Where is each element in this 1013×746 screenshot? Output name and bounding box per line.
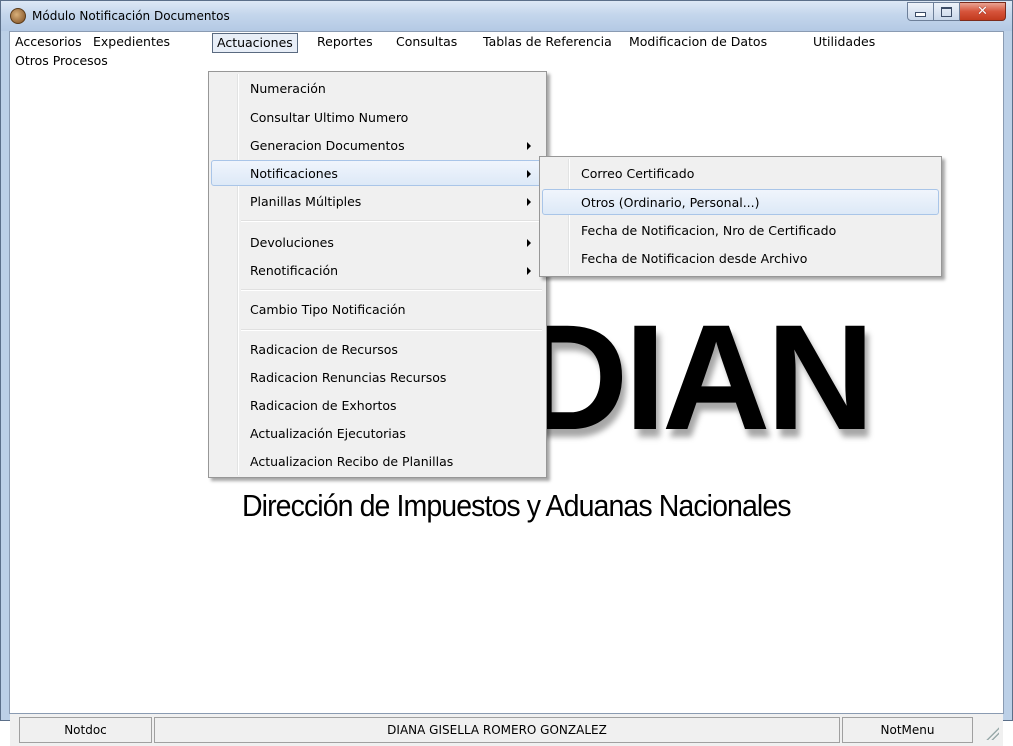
- menu-separator: [241, 220, 542, 222]
- menu-item-label: Actualización Ejecutorias: [250, 426, 406, 441]
- menu-item-actualizacion-ejecutorias[interactable]: Actualización Ejecutorias: [211, 420, 544, 446]
- menu-item-label: Fecha de Notificacion desde Archivo: [581, 251, 808, 266]
- menu-separator: [241, 329, 542, 331]
- actuaciones-menu: Numeración Consultar Ultimo Numero Gener…: [208, 71, 547, 478]
- menu-item-devoluciones[interactable]: Devoluciones: [211, 229, 544, 255]
- menu-item-cambio-tipo-notificacion[interactable]: Cambio Tipo Notificación: [211, 296, 544, 322]
- menu-item-label: Generacion Documentos: [250, 138, 405, 153]
- submenu-item-fecha-desde-archivo[interactable]: Fecha de Notificacion desde Archivo: [542, 245, 939, 271]
- dian-logo: DIAN: [520, 293, 875, 461]
- submenu-arrow-icon: [527, 239, 531, 247]
- menu-item-radicacion-renuncias-recursos[interactable]: Radicacion Renuncias Recursos: [211, 364, 544, 390]
- submenu-arrow-icon: [527, 142, 531, 150]
- menu-item-label: Numeración: [250, 81, 326, 96]
- submenu-item-correo-certificado[interactable]: Correo Certificado: [542, 160, 939, 186]
- menu-item-consultar-ultimo-numero[interactable]: Consultar Ultimo Numero: [211, 104, 544, 130]
- menu-item-generacion-documentos[interactable]: Generacion Documentos: [211, 132, 544, 158]
- menu-accesorios[interactable]: Accesorios: [11, 32, 86, 52]
- menu-expedientes[interactable]: Expedientes: [89, 32, 174, 52]
- title-bar[interactable]: Módulo Notificación Documentos ✕: [1, 1, 1012, 31]
- menu-item-renotificacion[interactable]: Renotificación: [211, 257, 544, 283]
- app-icon[interactable]: [10, 8, 26, 24]
- submenu-arrow-icon: [527, 170, 531, 178]
- menu-item-label: Radicacion Renuncias Recursos: [250, 370, 447, 385]
- menu-item-label: Cambio Tipo Notificación: [250, 302, 406, 317]
- menu-separator: [241, 289, 542, 291]
- menu-reportes[interactable]: Reportes: [313, 32, 377, 52]
- menu-item-label: Consultar Ultimo Numero: [250, 110, 409, 125]
- menu-item-planillas-multiples[interactable]: Planillas Múltiples: [211, 188, 544, 214]
- menu-item-label: Planillas Múltiples: [250, 194, 362, 209]
- submenu-item-fecha-nro-certificado[interactable]: Fecha de Notificacion, Nro de Certificad…: [542, 217, 939, 243]
- menu-modificacion-de-datos[interactable]: Modificacion de Datos: [625, 32, 771, 52]
- resize-grip[interactable]: [985, 726, 999, 740]
- menu-item-label: Devoluciones: [250, 235, 334, 250]
- menu-bar: Accesorios Expedientes Actuaciones Repor…: [10, 32, 1003, 72]
- menu-item-numeracion[interactable]: Numeración: [211, 75, 544, 101]
- menu-item-label: Otros (Ordinario, Personal...): [581, 195, 760, 210]
- dian-logo-subtitle: Dirección de Impuestos y Aduanas Naciona…: [242, 488, 792, 523]
- close-icon: ✕: [977, 4, 988, 19]
- submenu-item-otros[interactable]: Otros (Ordinario, Personal...): [542, 189, 939, 215]
- menu-item-label: Actualizacion Recibo de Planillas: [250, 454, 454, 469]
- close-button[interactable]: ✕: [960, 2, 1006, 21]
- menu-tablas-de-referencia[interactable]: Tablas de Referencia: [479, 32, 616, 52]
- window-title: Módulo Notificación Documentos: [32, 9, 230, 23]
- menu-item-label: Notificaciones: [250, 166, 338, 181]
- menu-item-label: Radicacion de Exhortos: [250, 398, 397, 413]
- submenu-arrow-icon: [527, 198, 531, 206]
- maximize-icon: [941, 6, 952, 17]
- maximize-button[interactable]: [934, 2, 960, 21]
- caption-buttons: ✕: [907, 2, 1006, 22]
- submenu-arrow-icon: [527, 267, 531, 275]
- menu-item-label: Fecha de Notificacion, Nro de Certificad…: [581, 223, 837, 238]
- menu-item-radicacion-de-recursos[interactable]: Radicacion de Recursos: [211, 336, 544, 362]
- minimize-icon: [915, 12, 926, 17]
- notificaciones-submenu: Correo Certificado Otros (Ordinario, Per…: [539, 156, 942, 277]
- menu-otros-procesos[interactable]: Otros Procesos: [11, 51, 112, 71]
- menu-actuaciones[interactable]: Actuaciones: [212, 33, 298, 53]
- menu-item-label: Renotificación: [250, 263, 339, 278]
- status-bar: Notdoc DIANA GISELLA ROMERO GONZALEZ Not…: [10, 714, 1003, 746]
- menu-utilidades[interactable]: Utilidades: [809, 32, 879, 52]
- menu-item-actualizacion-recibo-de-planillas[interactable]: Actualizacion Recibo de Planillas: [211, 448, 544, 474]
- menu-item-label: Correo Certificado: [581, 166, 695, 181]
- menu-item-notificaciones[interactable]: Notificaciones: [211, 160, 544, 186]
- menu-item-radicacion-de-exhortos[interactable]: Radicacion de Exhortos: [211, 392, 544, 418]
- minimize-button[interactable]: [907, 2, 934, 21]
- menu-item-label: Radicacion de Recursos: [250, 342, 398, 357]
- menu-consultas[interactable]: Consultas: [392, 32, 461, 52]
